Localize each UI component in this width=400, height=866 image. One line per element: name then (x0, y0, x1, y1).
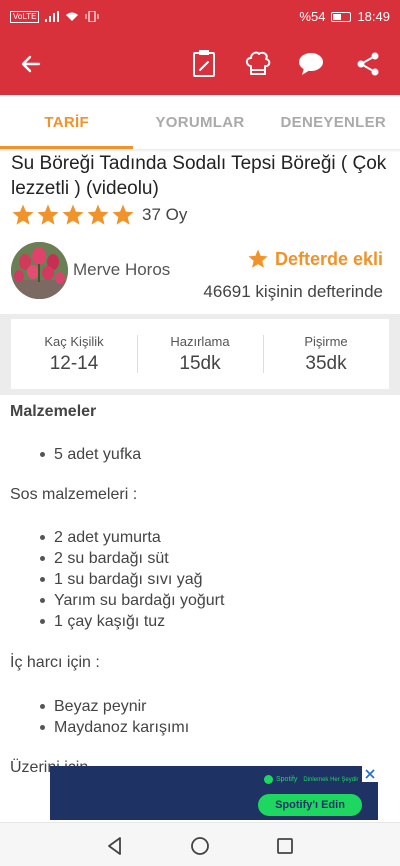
home-circle-icon[interactable] (189, 835, 211, 857)
prep-time-value: 15dk (179, 352, 221, 374)
avatar[interactable] (11, 242, 68, 299)
star-rating (11, 203, 136, 227)
tab-comments[interactable]: YORUMLAR (133, 95, 266, 149)
app-toolbar (0, 33, 400, 95)
ingredient-item: Maydanoz karışımı (38, 717, 189, 738)
system-nav-bar (0, 822, 400, 866)
status-time: 18:49 (357, 9, 390, 24)
add-to-notebook-button[interactable] (184, 44, 224, 84)
star-icon (112, 204, 134, 225)
ingredients-heading: Malzemeler (10, 403, 97, 420)
ingredient-item: Yarım su bardağı yoğurt (38, 590, 224, 611)
notebook-count: 46691 kişinin defterinde (203, 282, 383, 301)
wifi-icon (66, 12, 79, 21)
prep-time-label: Hazırlama (170, 333, 230, 349)
cook-time-label: Pişirme (304, 333, 348, 349)
star-icon (62, 204, 84, 225)
ingredient-item: 5 adet yufka (38, 444, 141, 465)
battery-percent: %54 (299, 9, 326, 24)
comments-button[interactable] (291, 44, 331, 84)
notebook-icon (193, 50, 215, 77)
servings-label: Kaç Kişilik (44, 333, 104, 349)
volte-badge: VoLTE (10, 10, 40, 23)
filling-heading: İç harcı için : (10, 654, 100, 671)
star-icon (37, 204, 59, 225)
notebook-added-label: Defterde ekli (274, 248, 383, 269)
tab-recipe[interactable]: TARİF (0, 95, 134, 149)
star-icon (87, 204, 109, 225)
share-button[interactable] (348, 44, 388, 84)
recipe-tabs: TARİF YORUMLAR DENEYENLER (0, 95, 400, 150)
star-icon (248, 249, 268, 268)
tab-tried-by[interactable]: DENEYENLER (267, 95, 400, 149)
ad-close-button[interactable] (362, 766, 378, 782)
vote-count: 37 Oy (142, 205, 188, 224)
cook-time-value: 35dk (305, 352, 347, 374)
cook-time-info: Pişirme 35dk (263, 319, 389, 389)
spotify-logo-icon (264, 775, 273, 784)
sauce-heading: Sos malzemeleri : (10, 486, 138, 503)
main-ingredients-list: 5 adet yufka (38, 444, 141, 465)
ad-brand-name: Spotify (276, 776, 298, 783)
recipe-title: Su Böreği Tadında Sodalı Tepsi Böreği ( … (11, 153, 387, 199)
chef-hat-icon (245, 51, 271, 75)
status-bar: VoLTE %54 18:49 (0, 0, 400, 33)
notebook-added-button[interactable]: Defterde ekli (247, 248, 383, 270)
back-button[interactable] (11, 44, 51, 84)
battery-icon (331, 11, 352, 22)
chef-button[interactable] (238, 44, 278, 84)
ingredient-item: 1 çay kaşığı tuz (38, 611, 224, 632)
ingredient-item: 2 su bardağı süt (38, 548, 224, 569)
star-icon (12, 204, 34, 225)
recipe-info-section: Kaç Kişilik 12-14 Hazırlama 15dk Pişirme… (0, 314, 400, 395)
arrow-left-icon (21, 55, 41, 73)
battery-fill (333, 13, 342, 20)
status-right: %54 18:49 (299, 9, 390, 24)
servings-info: Kaç Kişilik 12-14 (11, 319, 137, 389)
ingredient-item: Beyaz peynir (38, 696, 189, 717)
sauce-ingredients-list: 2 adet yumurta 2 su bardağı süt 1 su barda… (38, 527, 224, 632)
back-triangle-icon[interactable] (104, 835, 126, 857)
ingredient-item: 2 adet yumurta (38, 527, 224, 548)
chat-bubble-icon (299, 53, 323, 75)
ingredient-item: 1 su bardağı sıvı yağ (38, 569, 224, 590)
recents-square-icon[interactable] (274, 835, 296, 857)
share-icon (357, 52, 379, 76)
ad-cta-button[interactable]: Spotify'ı Edin (258, 794, 362, 816)
author-row: Merve Horos Defterde ekli 46691 kişinin … (0, 242, 400, 310)
close-icon (365, 769, 375, 779)
filling-ingredients-list: Beyaz peynir Maydanoz karışımı (38, 696, 189, 738)
signal-icon (45, 11, 60, 22)
ad-tagline: Dinlemek Her Şeydir (303, 776, 359, 783)
author-name[interactable]: Merve Horos (73, 260, 170, 280)
ad-brand: Spotify Dinlemek Her Şeydir (264, 775, 358, 784)
status-left: VoLTE (10, 10, 99, 23)
prep-time-info: Hazırlama 15dk (137, 319, 263, 389)
tulip-image (11, 242, 68, 299)
recipe-info-box: Kaç Kişilik 12-14 Hazırlama 15dk Pişirme… (11, 319, 389, 389)
vibrate-icon (85, 11, 99, 22)
recipe-rating[interactable]: 37 Oy (11, 203, 187, 227)
servings-value: 12-14 (49, 352, 99, 374)
ad-banner[interactable]: Spotify Dinlemek Her Şeydir Spotify'ı Ed… (50, 766, 378, 820)
